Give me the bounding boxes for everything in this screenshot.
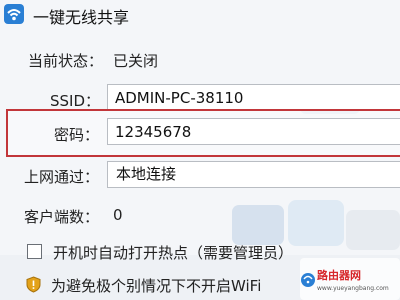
connection-select[interactable]: 本地连接 [107,161,400,188]
ssid-input[interactable] [107,84,400,111]
status-value: 已关闭 [113,52,159,70]
window-title: 一键无线共享 [33,8,130,27]
title-bar: 一键无线共享 [0,0,400,32]
password-label: 密码： [54,126,100,144]
warning-shield-icon [25,276,42,293]
connection-label: 上网通过： [24,168,100,186]
app-wifi-icon [3,3,25,25]
notice-text: 为避免极个别情况下不开启WiFi [51,277,262,295]
connection-selected-value: 本地连接 [116,165,177,183]
clients-label: 客户端数： [24,208,100,226]
clients-count: 0 [113,206,123,224]
watermark-brand: 路由器网 [317,269,361,282]
status-label: 当前状态： [28,52,104,70]
watermark-url: www.yueyangbang.com [317,285,389,292]
ssid-label: SSID： [50,92,101,110]
autostart-label: 开机时自动打开热点（需要管理员） [53,244,294,262]
password-input[interactable] [107,118,400,145]
autostart-checkbox[interactable] [27,244,42,259]
